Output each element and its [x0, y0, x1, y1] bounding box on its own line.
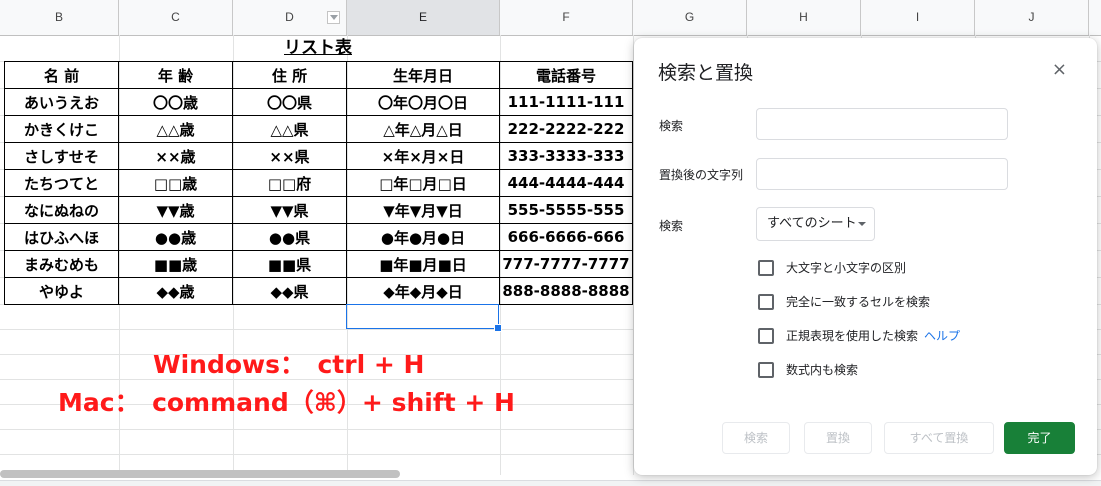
table-cell[interactable]: △△歳 [118, 115, 233, 143]
find-label: 検索 [659, 119, 684, 133]
table-cell[interactable]: 333-3333-333 [499, 142, 633, 170]
table-cell[interactable]: ▼▼県 [232, 196, 347, 224]
header-cell[interactable]: 生年月日 [346, 61, 500, 89]
entire-cell-checkbox[interactable] [758, 294, 774, 310]
table-row: なにぬねの ▼▼歳 ▼▼県 ▼年▼月▼日 555-5555-555 [4, 196, 633, 224]
table-cell[interactable]: 111-1111-111 [499, 88, 633, 116]
table-cell[interactable]: ●●県 [232, 223, 347, 251]
table-cell[interactable]: △△県 [232, 115, 347, 143]
table-cell[interactable]: 〇〇歳 [118, 88, 233, 116]
table-cell[interactable]: ××県 [232, 142, 347, 170]
table-cell[interactable]: ■■歳 [118, 250, 233, 278]
table-row: あいうえお 〇〇歳 〇〇県 〇年〇月〇日 111-1111-111 [4, 88, 633, 116]
find-button[interactable]: 検索 [722, 422, 790, 454]
table-cell[interactable]: □年□月□日 [346, 169, 500, 197]
table-cell[interactable]: ●●歳 [118, 223, 233, 251]
regex-label[interactable]: 正規表現を使用した検索 [786, 329, 918, 343]
column-header-g[interactable]: G [633, 0, 747, 35]
header-cell[interactable]: 名 前 [4, 61, 119, 89]
done-button[interactable]: 完了 [1004, 422, 1075, 454]
table-cell[interactable]: 444-4444-444 [499, 169, 633, 197]
column-header-e[interactable]: E [347, 0, 500, 35]
table-cell[interactable]: ◆◆県 [232, 277, 347, 305]
scope-label: 検索 [659, 219, 684, 233]
filter-dropdown-icon[interactable] [327, 11, 340, 24]
close-icon[interactable]: × [1052, 61, 1067, 79]
header-cell[interactable]: 電話番号 [499, 61, 633, 89]
replace-all-button[interactable]: すべて置換 [884, 422, 994, 454]
header-cell[interactable]: 年 齢 [118, 61, 233, 89]
sheet-title[interactable]: リスト表 [232, 36, 404, 61]
table-cell[interactable]: 〇年〇月〇日 [346, 88, 500, 116]
table-cell[interactable]: ▼▼歳 [118, 196, 233, 224]
dialog-title: 検索と置換 [658, 62, 754, 84]
table-cell[interactable]: やゆよ [4, 277, 119, 305]
table-row: まみむめも ■■歳 ■■県 ■年■月■日 777-7777-7777 [4, 250, 633, 278]
column-header-b[interactable]: B [0, 0, 119, 35]
help-link[interactable]: ヘルプ [924, 329, 960, 343]
table-cell[interactable]: さしすせそ [4, 142, 119, 170]
match-case-label[interactable]: 大文字と小文字の区別 [786, 260, 906, 277]
column-header-row: B C D E F G H I J [0, 0, 1101, 36]
table-cell[interactable]: ××歳 [118, 142, 233, 170]
table-cell[interactable]: ◆◆歳 [118, 277, 233, 305]
table-row: かきくけこ △△歳 △△県 △年△月△日 222-2222-222 [4, 115, 633, 143]
match-case-checkbox[interactable] [758, 260, 774, 276]
fill-handle[interactable] [494, 324, 502, 332]
table-cell[interactable]: ●年●月●日 [346, 223, 500, 251]
table-cell[interactable]: □□歳 [118, 169, 233, 197]
replace-input[interactable] [756, 158, 1008, 190]
find-replace-dialog: 検索と置換 × 検索 置換後の文字列 検索 すべてのシート 大文字と小文字の区別… [634, 38, 1097, 475]
scope-dropdown[interactable]: すべてのシート [756, 207, 875, 241]
horizontal-scrollbar[interactable] [0, 470, 400, 478]
sheet-bottom-bar [0, 480, 1101, 486]
regex-checkbox[interactable] [758, 328, 774, 344]
table-cell[interactable]: まみむめも [4, 250, 119, 278]
table-cell[interactable]: 888-8888-8888 [499, 277, 633, 305]
regex-label-group: 正規表現を使用した検索 ヘルプ [786, 328, 960, 345]
chevron-down-icon [858, 222, 866, 226]
formulas-label[interactable]: 数式内も検索 [786, 362, 858, 379]
replace-label: 置換後の文字列 [659, 168, 744, 182]
table-cell[interactable]: 666-6666-666 [499, 223, 633, 251]
table-row: たちつてと □□歳 □□府 □年□月□日 444-4444-444 [4, 169, 633, 197]
table-row: さしすせそ ××歳 ××県 ×年×月×日 333-3333-333 [4, 142, 633, 170]
column-header-d[interactable]: D [233, 0, 347, 35]
active-cell-selection[interactable] [346, 304, 502, 332]
entire-cell-label[interactable]: 完全に一致するセルを検索 [786, 294, 930, 311]
table-row: はひふへほ ●●歳 ●●県 ●年●月●日 666-6666-666 [4, 223, 633, 251]
table-row: やゆよ ◆◆歳 ◆◆県 ◆年◆月◆日 888-8888-8888 [4, 277, 633, 305]
table-cell[interactable]: たちつてと [4, 169, 119, 197]
table-header-row: 名 前 年 齢 住 所 生年月日 電話番号 [4, 61, 633, 89]
table-cell[interactable]: 222-2222-222 [499, 115, 633, 143]
table-cell[interactable]: はひふへほ [4, 223, 119, 251]
table-cell[interactable]: ◆年◆月◆日 [346, 277, 500, 305]
header-cell[interactable]: 住 所 [232, 61, 347, 89]
table-cell[interactable]: ×年×月×日 [346, 142, 500, 170]
table-cell[interactable]: 〇〇県 [232, 88, 347, 116]
column-header-c[interactable]: C [119, 0, 233, 35]
table-cell[interactable]: ▼年▼月▼日 [346, 196, 500, 224]
column-header-h[interactable]: H [747, 0, 861, 35]
column-header-j[interactable]: J [975, 0, 1089, 35]
table-cell[interactable]: ■年■月■日 [346, 250, 500, 278]
column-header-d-label: D [285, 10, 294, 24]
formulas-checkbox[interactable] [758, 362, 774, 378]
replace-button[interactable]: 置換 [804, 422, 872, 454]
column-header-f[interactable]: F [500, 0, 633, 35]
windows-shortcut-note: Windows： ctrl + H [153, 350, 425, 379]
column-header-i[interactable]: I [861, 0, 975, 35]
mac-shortcut-note: Mac： command（⌘）+ shift + H [58, 388, 515, 417]
table-cell[interactable]: なにぬねの [4, 196, 119, 224]
scope-dropdown-value: すべてのシート [767, 216, 857, 231]
table-cell[interactable]: □□府 [232, 169, 347, 197]
find-input[interactable] [756, 108, 1008, 140]
table-cell[interactable]: かきくけこ [4, 115, 119, 143]
table-cell[interactable]: 777-7777-7777 [499, 250, 633, 278]
table-cell[interactable]: 555-5555-555 [499, 196, 633, 224]
list-table: 名 前 年 齢 住 所 生年月日 電話番号 あいうえお 〇〇歳 〇〇県 〇年〇月… [4, 61, 633, 305]
table-cell[interactable]: ■■県 [232, 250, 347, 278]
table-cell[interactable]: あいうえお [4, 88, 119, 116]
table-cell[interactable]: △年△月△日 [346, 115, 500, 143]
